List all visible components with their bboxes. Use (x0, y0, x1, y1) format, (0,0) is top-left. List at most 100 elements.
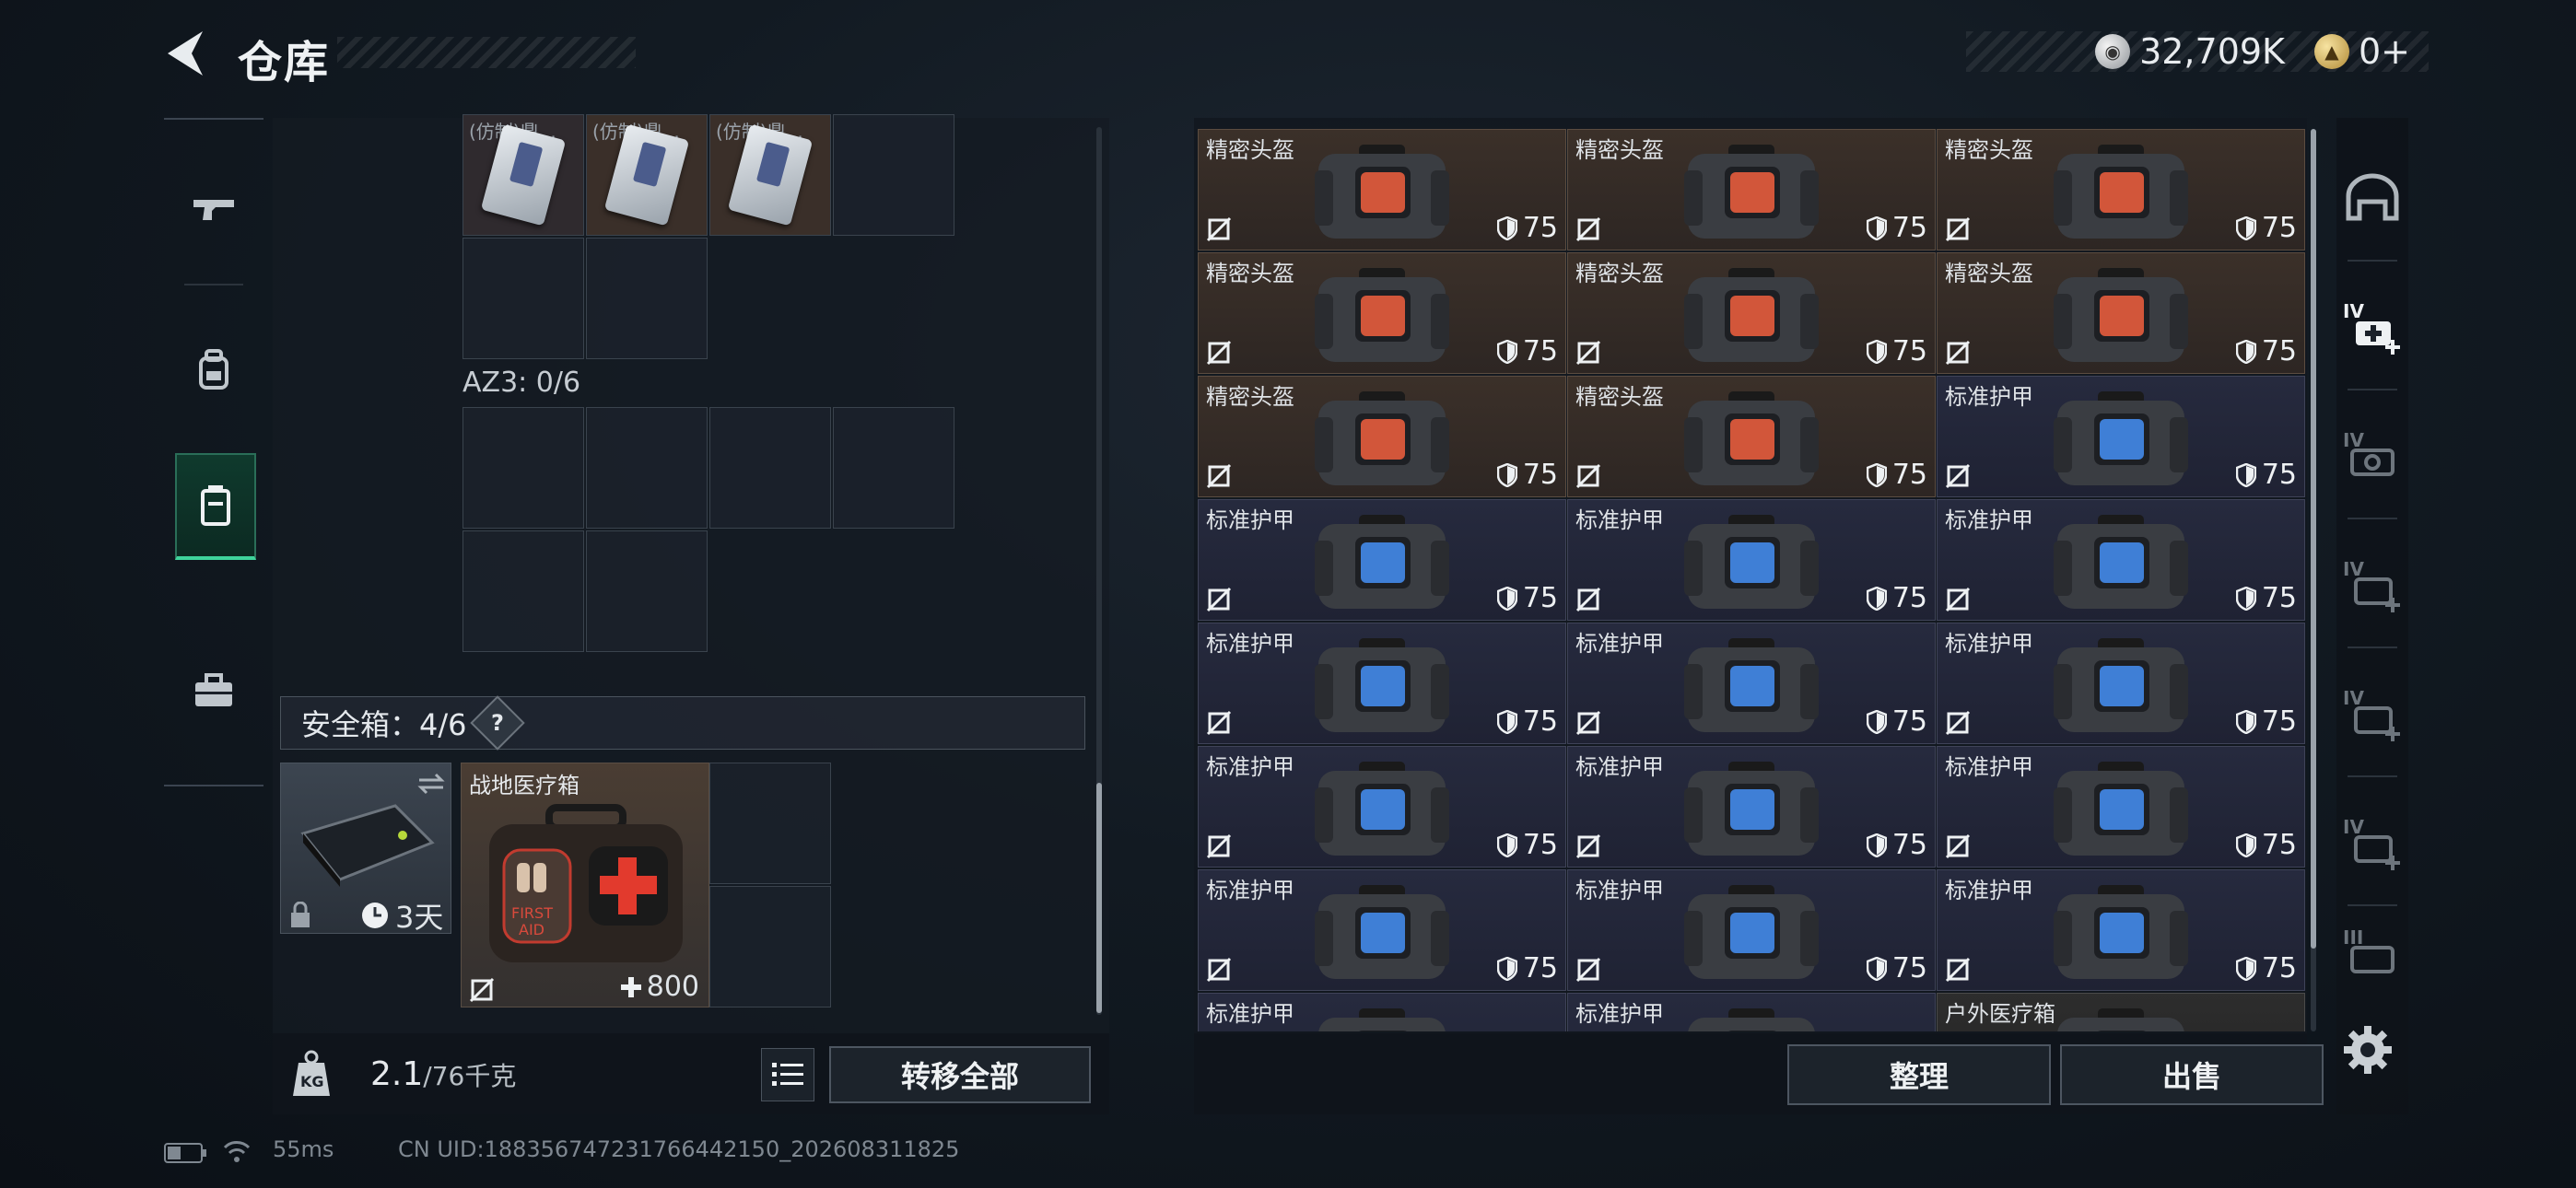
category-tools[interactable] (175, 641, 252, 742)
category-weapons[interactable] (175, 158, 252, 260)
storage-scrollbar[interactable] (1096, 127, 1102, 1015)
toolbox-icon (195, 673, 232, 706)
settings-gear-icon[interactable] (2340, 1022, 2395, 1077)
vest-icon (2054, 638, 2188, 732)
inventory-item-helmet[interactable]: 精密头盔 75 (1567, 376, 1936, 497)
filter-scope-iv[interactable]: IV (2336, 405, 2408, 507)
inventory-item-armor[interactable]: 标准护甲 75 (1937, 623, 2305, 744)
shield-icon (2235, 833, 2256, 857)
help-icon[interactable]: ? (469, 695, 525, 751)
vest-icon (1315, 515, 1449, 609)
no-carry-icon (1945, 587, 1971, 612)
no-carry-icon (1575, 587, 1601, 612)
inventory-item-armor[interactable]: 标准护甲 75 (1198, 623, 1566, 744)
filter-helmet[interactable] (2336, 147, 2408, 249)
list-view-button[interactable] (761, 1048, 814, 1101)
inventory-item-armor[interactable]: 标准护甲 75 (1567, 499, 1936, 621)
filter-medkit-iv[interactable]: IV (2336, 276, 2408, 378)
svg-text:IV: IV (2343, 816, 2364, 838)
inventory-item-armor[interactable]: 标准护甲 75 (1937, 746, 2305, 868)
category-storage[interactable] (175, 453, 256, 560)
svg-text:IV: IV (2343, 687, 2364, 709)
category-equipment[interactable] (175, 319, 252, 420)
medkit-icon (2057, 1008, 2184, 1031)
no-carry-icon (1206, 957, 1232, 983)
card-item[interactable]: (仿制)鼎... (709, 114, 831, 236)
backpack-icon (199, 349, 228, 390)
filter-medkit-iv-2[interactable]: IV (2336, 534, 2408, 635)
inventory-item-helmet[interactable]: 精密头盔 75 (1198, 129, 1566, 250)
durability: 75 (1866, 212, 1927, 244)
item-name: 精密头盔 (1575, 384, 1664, 410)
card-item[interactable]: (仿制)鼎... (586, 114, 708, 236)
inventory-scrollbar[interactable] (2311, 129, 2316, 1031)
durability: 75 (1496, 952, 1558, 984)
field-medkit-item[interactable]: 战地医疗箱 FIRST AID 800 (461, 763, 709, 1007)
empty-slot[interactable] (463, 407, 584, 529)
filter-medkit-iv-4[interactable]: IV (2336, 792, 2408, 893)
inventory-item-medbox[interactable]: 户外医疗箱 (1937, 993, 2305, 1031)
empty-slot[interactable] (463, 530, 584, 652)
az3-label: AZ3: 0/6 (463, 367, 581, 399)
inventory-item-armor[interactable]: 标准护甲 75 (1937, 376, 2305, 497)
card-item[interactable]: (仿制)鼎... (463, 114, 584, 236)
inventory-item-armor[interactable]: 标准护甲 75 (1198, 869, 1566, 991)
filter-scope-iii[interactable]: III (2336, 921, 2408, 985)
transfer-all-button[interactable]: 转移全部 (829, 1046, 1091, 1103)
empty-slot[interactable] (833, 114, 954, 236)
empty-slot[interactable] (463, 238, 584, 359)
no-carry-icon (1945, 833, 1971, 859)
category-divider (184, 284, 243, 285)
gold-amount[interactable]: 0+ (2359, 31, 2410, 72)
vest-icon (1684, 391, 1819, 485)
inventory-item-helmet[interactable]: 精密头盔 75 (1937, 129, 2305, 250)
empty-slot[interactable] (709, 763, 831, 884)
inventory-item-helmet[interactable]: 精密头盔 75 (1567, 129, 1936, 250)
back-arrow-icon[interactable] (162, 28, 208, 79)
inventory-item-armor[interactable]: 标准护甲 (1198, 993, 1566, 1031)
filter-medkit-iv-3[interactable]: IV (2336, 663, 2408, 764)
inventory-item-helmet[interactable]: 精密头盔 75 (1937, 252, 2305, 374)
no-carry-icon (1945, 957, 1971, 983)
item-name: 标准护甲 (1575, 507, 1664, 533)
inventory-item-armor[interactable]: 标准护甲 75 (1937, 499, 2305, 621)
item-name: 标准护甲 (1945, 507, 2033, 533)
battery-icon (164, 1143, 206, 1163)
empty-slot[interactable] (709, 886, 831, 1007)
shield-icon (2235, 462, 2256, 487)
empty-slot[interactable] (586, 238, 708, 359)
empty-slot[interactable] (586, 407, 708, 529)
item-name: 精密头盔 (1945, 261, 2033, 286)
swap-icon[interactable] (416, 771, 447, 797)
empty-slot[interactable] (709, 407, 831, 529)
inventory-item-armor[interactable]: 标准护甲 75 (1567, 746, 1936, 868)
inventory-item-helmet[interactable]: 精密头盔 75 (1198, 252, 1566, 374)
scope-filter-iv-icon: IV (2343, 429, 2395, 476)
pistol-icon (193, 200, 234, 220)
inventory-item-helmet[interactable]: 精密头盔 75 (1567, 252, 1936, 374)
empty-slot[interactable] (833, 407, 954, 529)
inventory-item-armor[interactable]: 标准护甲 75 (1937, 869, 2305, 991)
inventory-item-armor[interactable]: 标准护甲 75 (1198, 746, 1566, 868)
shield-icon (1496, 215, 1517, 240)
item-name: 标准护甲 (1945, 384, 2033, 410)
safe-box-slot[interactable]: 3天 (280, 763, 451, 935)
vest-icon (2054, 885, 2188, 979)
no-carry-icon (1206, 710, 1232, 736)
inventory-item-armor[interactable]: 标准护甲 75 (1567, 623, 1936, 744)
med-value: 800 (620, 971, 699, 1003)
sort-button[interactable]: 整理 (1787, 1044, 2051, 1105)
svg-text:IV: IV (2343, 558, 2364, 580)
inventory-item-armor[interactable]: 标准护甲 75 (1567, 869, 1936, 991)
inventory-item-armor[interactable]: 标准护甲 75 (1198, 499, 1566, 621)
vest-icon (1318, 1008, 1446, 1031)
item-name: 战地医疗箱 (469, 773, 580, 798)
vest-icon (1315, 638, 1449, 732)
sell-button[interactable]: 出售 (2060, 1044, 2324, 1105)
inventory-item-helmet[interactable]: 精密头盔 75 (1198, 376, 1566, 497)
no-carry-icon (1575, 216, 1601, 242)
inventory-item-armor[interactable]: 标准护甲 (1567, 993, 1936, 1031)
no-carry-icon (1945, 340, 1971, 366)
durability: 75 (1866, 335, 1927, 367)
empty-slot[interactable] (586, 530, 708, 652)
